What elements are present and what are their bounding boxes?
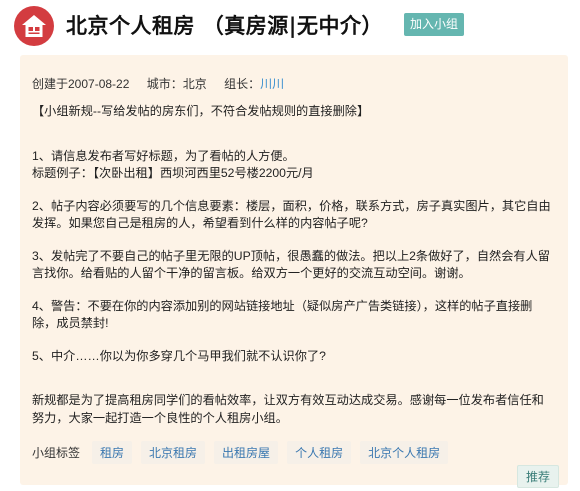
group-meta: 创建于2007-08-22 城市：北京 组长：川川: [32, 75, 298, 92]
home-icon: [22, 15, 46, 37]
group-city: 城市：北京: [146, 77, 207, 91]
join-group-button[interactable]: 加入小组: [404, 13, 464, 36]
created-date: 创建于2007-08-22: [32, 77, 130, 91]
tag-link[interactable]: 出租房屋: [214, 441, 279, 464]
rule-item-1: 1、请信息发布者写好标题，为了看帖的人方便。: [32, 148, 295, 163]
group-description: 【小组新规--写给发帖的房东们，不符合发帖规则的直接删除】 1、请信息发布者写好…: [32, 103, 556, 427]
leader-link[interactable]: 川川: [260, 77, 284, 91]
rule-item-2: 2、帖子内容必须要写的几个信息要素：楼层，面积，价格，联系方式，房子真实图片，其…: [32, 198, 551, 231]
group-header: 北京个人租房 （真房源|无中介） 加入小组: [14, 4, 574, 46]
rule-item-4: 4、警告：不要在你的内容添加别的网站链接地址（疑似房产广告类链接），这样的帖子直…: [32, 298, 533, 331]
group-leader: 组长：川川: [224, 77, 298, 91]
tags-label: 小组标签: [32, 446, 81, 460]
closing-note: 新规都是为了提高租房同学们的看帖效率，让双方有效互动达成交易。感谢每一位发布者信…: [32, 393, 544, 425]
rule-notice: 【小组新规--写给发帖的房东们，不符合发帖规则的直接删除】: [32, 104, 370, 118]
tag-link[interactable]: 租房: [92, 441, 133, 464]
tag-link[interactable]: 北京个人租房: [360, 441, 449, 464]
group-info-panel: 创建于2007-08-22 城市：北京 组长：川川 【小组新规--写给发帖的房东…: [20, 55, 568, 488]
tag-link[interactable]: 个人租房: [287, 441, 352, 464]
group-tags: 小组标签 租房 北京租房 出租房屋 个人租房 北京个人租房: [32, 441, 457, 464]
rule-item-1-example: 标题例子：【次卧出租】西坝河西里52号楼2200元/月: [32, 166, 314, 180]
group-page: 北京个人租房 （真房源|无中介） 加入小组 创建于2007-08-22 城市：北…: [0, 0, 580, 491]
recommend-button[interactable]: 推荐: [517, 465, 560, 488]
rule-item-3: 3、发帖完了不要自己的帖子里无限的UP顶帖，很愚蠢的做法。把以上2条做好了，自然…: [32, 248, 550, 281]
tag-link[interactable]: 北京租房: [141, 441, 206, 464]
leader-prefix: 组长：: [224, 77, 261, 91]
home-logo-icon[interactable]: [14, 6, 54, 46]
group-title: 北京个人租房 （真房源|无中介）: [66, 14, 383, 38]
rule-item-5: 5、中介……你以为你多穿几个马甲我们就不认识你了?: [32, 348, 326, 363]
